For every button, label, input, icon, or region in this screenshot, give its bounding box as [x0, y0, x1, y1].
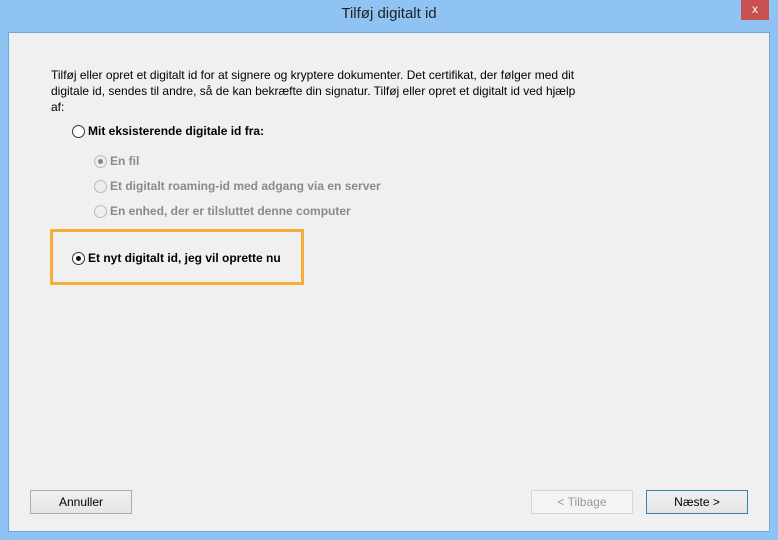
- radio-label: Mit eksisterende digitale id fra:: [88, 124, 265, 138]
- radio-icon[interactable]: [72, 124, 85, 138]
- cancel-button[interactable]: Annuller: [30, 490, 132, 514]
- radio-label: En enhed, der er tilsluttet denne comput…: [110, 204, 351, 218]
- radio-roaming-id[interactable]: Et digitalt roaming-id med adgang via en…: [94, 179, 381, 193]
- radio-icon[interactable]: [94, 179, 107, 193]
- radio-existing-id[interactable]: Mit eksisterende digitale id fra:: [72, 124, 264, 138]
- intro-text: Tilføj eller opret et digitalt id for at…: [51, 68, 576, 114]
- radio-icon[interactable]: [72, 251, 85, 265]
- next-button[interactable]: Næste >: [646, 490, 748, 514]
- radio-label: Et digitalt roaming-id med adgang via en…: [110, 179, 381, 193]
- window-title: Tilføj digitalt id: [341, 5, 437, 22]
- dialog-body: Tilføj eller opret et digitalt id for at…: [8, 32, 770, 532]
- close-button[interactable]: x: [741, 0, 769, 20]
- radio-icon[interactable]: [94, 204, 107, 218]
- radio-new-id[interactable]: Et nyt digitalt id, jeg vil oprette nu: [72, 251, 281, 265]
- radio-icon[interactable]: [94, 154, 107, 168]
- radio-file[interactable]: En fil: [94, 154, 139, 168]
- radio-label: Et nyt digitalt id, jeg vil oprette nu: [88, 251, 281, 265]
- radio-device[interactable]: En enhed, der er tilsluttet denne comput…: [94, 204, 351, 218]
- back-button[interactable]: < Tilbage: [531, 490, 633, 514]
- radio-label: En fil: [110, 154, 140, 168]
